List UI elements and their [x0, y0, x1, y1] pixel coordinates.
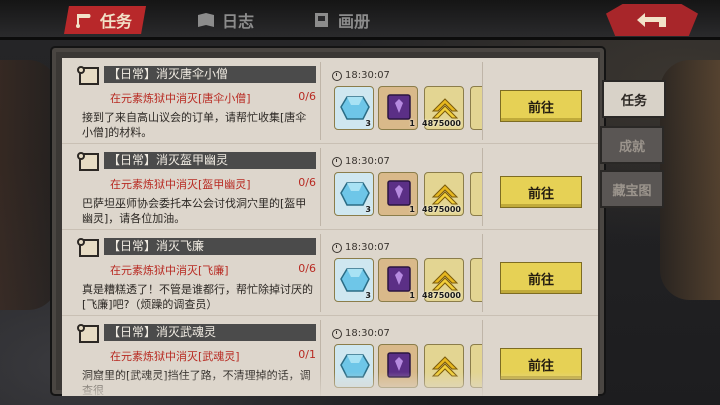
quest-target: 在元素炼狱中消灭[飞廉] — [110, 264, 229, 277]
clock-icon — [332, 328, 342, 339]
quest-time-text: 18:30:07 — [345, 242, 390, 253]
quest-timer: 18:30:07 — [332, 156, 390, 167]
tab-album[interactable]: 画册 — [312, 6, 370, 34]
reward-slot[interactable]: 3 — [334, 258, 374, 302]
reward-count: 3 — [365, 291, 371, 300]
tab-album-label: 画册 — [338, 12, 371, 31]
reward-count: 3 — [365, 119, 371, 128]
back-arrow-icon — [637, 13, 666, 27]
quest-item: 【日常】消灭飞廉 在元素炼狱中消灭[飞廉] 0/6 真是糟糕透了！不管是谁都行，… — [62, 230, 598, 316]
spellbook-icon — [387, 352, 411, 378]
reward-slot[interactable] — [378, 344, 418, 388]
reward-slot[interactable] — [424, 344, 464, 388]
reward-slot[interactable]: 1 — [378, 172, 418, 216]
quest-time-text: 18:30:07 — [345, 156, 390, 167]
reward-slot[interactable]: 4875000 — [422, 86, 464, 130]
quest-item: 【日常】消灭盔甲幽灵 在元素炼狱中消灭[盔甲幽灵] 0/6 巴萨坦巫师协会委托本… — [62, 144, 598, 230]
quest-title: 【日常】消灭盔甲幽灵 — [104, 152, 316, 169]
quest-progress: 0/1 — [298, 348, 316, 361]
reward-slot[interactable]: 1 — [378, 258, 418, 302]
quest-title: 【日常】消灭唐伞小僧 — [104, 66, 316, 83]
go-button[interactable]: 前往 — [500, 262, 582, 294]
quest-scroll-icon — [77, 324, 99, 343]
reward-count: 4875000 — [422, 291, 461, 300]
reward-count: 1 — [409, 119, 415, 128]
gold-chevron-icon — [431, 356, 459, 377]
divider — [482, 234, 483, 312]
tab-tasks[interactable]: 任务 — [64, 6, 147, 34]
top-bar: 任务 日志 画册 — [0, 0, 720, 40]
quest-title: 【日常】消灭飞廉 — [104, 238, 316, 255]
quest-target: 在元素炼狱中消灭[唐伞小僧] — [110, 92, 251, 105]
quest-description: 接到了来自高山议会的订单，请帮忙收集[唐伞小僧]的材料。 — [82, 111, 307, 139]
reward-slot-partial[interactable] — [470, 344, 482, 388]
divider — [482, 148, 483, 226]
reward-count: 4875000 — [422, 205, 461, 214]
clock-icon — [332, 242, 342, 253]
quest-progress: 0/6 — [298, 262, 316, 275]
tab-log[interactable]: 日志 — [196, 6, 254, 34]
quest-list[interactable]: 【日常】消灭唐伞小僧 在元素炼狱中消灭[唐伞小僧] 0/6 接到了来自高山议会的… — [62, 58, 598, 396]
go-button[interactable]: 前往 — [500, 176, 582, 208]
divider — [320, 62, 321, 140]
side-tab-achievements[interactable]: 成就 — [600, 126, 664, 164]
clock-icon — [332, 156, 342, 167]
quest-progress: 0/6 — [298, 176, 316, 189]
reward-slot[interactable]: 3 — [334, 86, 374, 130]
reward-count: 1 — [409, 291, 415, 300]
divider — [320, 320, 321, 396]
quest-item: 【日常】消灭武魂灵 在元素炼狱中消灭[武魂灵] 0/1 洞窟里的[武魂灵]挡住了… — [62, 316, 598, 396]
quest-scroll-icon — [77, 238, 99, 257]
side-tab-treasure-map[interactable]: 藏宝图 — [600, 170, 664, 208]
reward-slot[interactable]: 4875000 — [422, 258, 464, 302]
quest-timer: 18:30:07 — [332, 70, 390, 81]
divider — [482, 320, 483, 396]
quest-time-text: 18:30:07 — [345, 328, 390, 339]
divider — [482, 62, 483, 140]
quest-description: 洞窟里的[武魂灵]挡住了路，不清理掉的话，调查很 — [82, 369, 311, 396]
background-character-right — [660, 60, 720, 300]
quest-progress: 0/6 — [298, 90, 316, 103]
reward-slot-partial[interactable] — [470, 258, 482, 302]
quest-time-text: 18:30:07 — [345, 70, 390, 81]
reward-slot-partial[interactable] — [470, 86, 482, 130]
quest-description: 真是糟糕透了！不管是谁都行，帮忙除掉讨厌的[飞廉]吧?（烦躁的调查员） — [82, 283, 313, 311]
back-button[interactable] — [606, 4, 698, 36]
quest-scroll-icon — [77, 66, 99, 85]
reward-slot-partial[interactable] — [470, 172, 482, 216]
quest-target: 在元素炼狱中消灭[盔甲幽灵] — [110, 178, 251, 191]
reward-slot[interactable]: 4875000 — [422, 172, 464, 216]
quest-item: 【日常】消灭唐伞小僧 在元素炼狱中消灭[唐伞小僧] 0/6 接到了来自高山议会的… — [62, 58, 598, 144]
tab-tasks-label: 任务 — [100, 12, 133, 31]
divider — [320, 148, 321, 226]
clock-icon — [332, 70, 342, 81]
background-character-left — [0, 60, 58, 310]
reward-count: 4875000 — [422, 119, 461, 128]
quest-timer: 18:30:07 — [332, 242, 390, 253]
quest-description: 巴萨坦巫师协会委托本公会讨伐洞穴里的[盔甲幽灵]，请各位加油。 — [82, 197, 307, 225]
reward-count: 3 — [365, 205, 371, 214]
tab-log-label: 日志 — [222, 12, 255, 31]
go-button[interactable]: 前往 — [500, 90, 582, 122]
quest-target: 在元素炼狱中消灭[武魂灵] — [110, 350, 240, 363]
go-button[interactable]: 前往 — [500, 348, 582, 380]
scroll-icon — [74, 11, 94, 29]
quest-scroll-icon — [77, 152, 99, 171]
quest-timer: 18:30:07 — [332, 328, 390, 339]
reward-count: 1 — [409, 205, 415, 214]
album-icon — [312, 11, 332, 29]
quest-title: 【日常】消灭武魂灵 — [104, 324, 316, 341]
divider — [320, 234, 321, 312]
reward-slot[interactable] — [334, 344, 374, 388]
book-icon — [196, 11, 216, 29]
side-tab-tasks[interactable]: 任务 — [602, 80, 666, 118]
reward-slot[interactable]: 3 — [334, 172, 374, 216]
crystal-icon — [340, 354, 370, 378]
reward-slot[interactable]: 1 — [378, 86, 418, 130]
